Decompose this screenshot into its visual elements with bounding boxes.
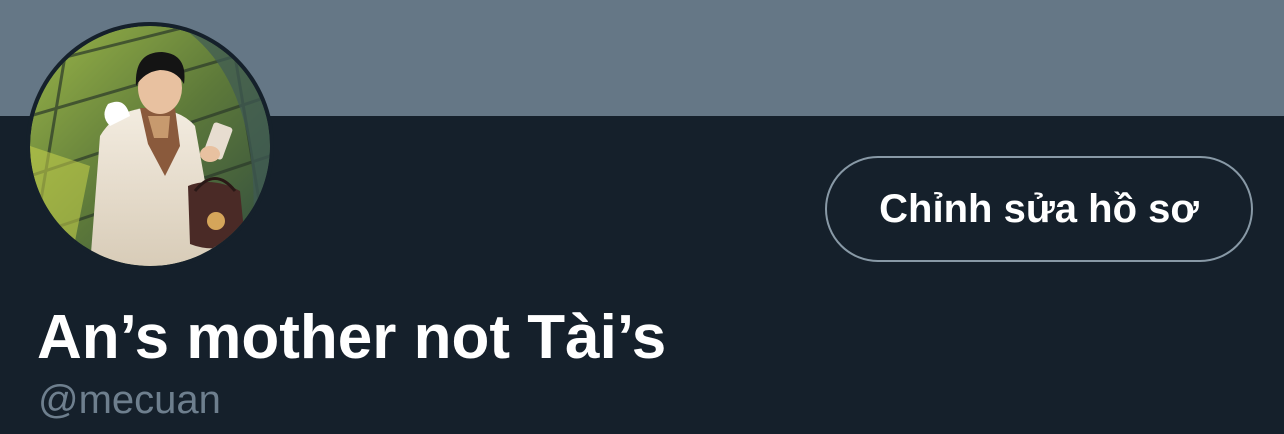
user-handle: @mecuan xyxy=(38,378,221,422)
display-name: An’s mother not Tài’s xyxy=(37,303,667,372)
avatar-frame[interactable] xyxy=(26,22,274,270)
edit-profile-button[interactable]: Chỉnh sửa hồ sơ xyxy=(825,156,1253,262)
profile-header: Chỉnh sửa hồ sơ An’s mother not Tài’s @m… xyxy=(0,0,1284,434)
avatar[interactable] xyxy=(30,26,270,266)
